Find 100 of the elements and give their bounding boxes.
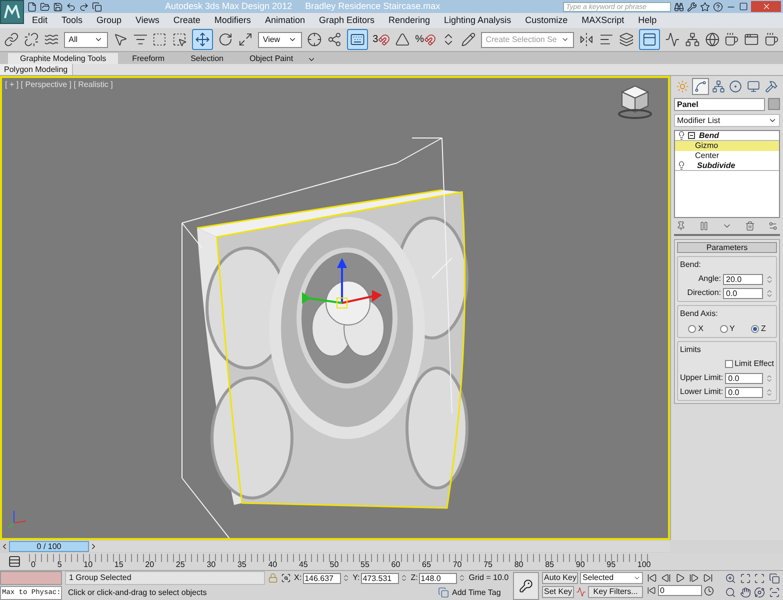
menu-item[interactable]: Lighting Analysis <box>444 14 512 28</box>
ribbon-tab[interactable]: Object Paint <box>238 53 306 64</box>
maximize-viewport-icon[interactable] <box>768 586 780 598</box>
go-to-start-icon[interactable] <box>647 573 657 583</box>
radio-button[interactable] <box>751 325 760 333</box>
rollout-header[interactable]: Parameters <box>677 242 777 253</box>
toolbar-dropdown[interactable]: All <box>64 32 108 48</box>
modifier-sub-object[interactable]: Gizmo <box>675 141 779 151</box>
spinner-icon[interactable] <box>765 388 774 396</box>
radio-button[interactable] <box>688 325 696 333</box>
snap-toggle-button[interactable]: % <box>415 34 436 46</box>
spinner-icon[interactable] <box>458 574 466 582</box>
go-to-end-icon[interactable] <box>703 573 713 583</box>
help-icon[interactable] <box>713 2 723 12</box>
orbit-icon[interactable] <box>754 586 765 598</box>
number-field[interactable]: 0.0 <box>723 288 763 298</box>
toolbar-dropdown[interactable]: View <box>258 32 302 48</box>
undo-icon[interactable] <box>66 2 76 12</box>
field-of-view-icon[interactable] <box>725 586 736 598</box>
menu-item[interactable]: Customize <box>525 14 568 28</box>
save-icon[interactable] <box>53 2 63 12</box>
dropdown-icon[interactable] <box>307 55 316 64</box>
toggle-tool-button[interactable] <box>638 29 660 50</box>
toggle-tool-button[interactable] <box>346 29 368 50</box>
pin-icon[interactable] <box>676 221 686 231</box>
panel-tab[interactable] <box>745 78 762 95</box>
menu-item[interactable]: Create <box>173 14 200 28</box>
menu-item[interactable]: Tools <box>62 14 83 28</box>
pencil-icon[interactable] <box>460 32 476 47</box>
previous-frame-icon[interactable] <box>0 542 9 551</box>
teapot-icon[interactable] <box>764 32 780 47</box>
add-time-tag-label[interactable]: Add Time Tag <box>452 586 501 599</box>
key-mode-dropdown[interactable]: Selected <box>580 572 643 584</box>
mirror-icon[interactable] <box>579 32 594 47</box>
menu-item[interactable]: MAXScript <box>582 14 624 28</box>
nodes-icon[interactable] <box>326 32 342 47</box>
layers-icon[interactable] <box>618 32 634 47</box>
menu-item[interactable]: Views <box>136 14 160 28</box>
folder-icon[interactable] <box>40 2 50 12</box>
unlink-icon[interactable] <box>24 32 39 47</box>
time-slider-track[interactable]: 0 / 100 <box>9 541 670 552</box>
object-color-swatch[interactable] <box>768 98 780 110</box>
modifier-list-dropdown[interactable]: Modifier List <box>674 114 780 127</box>
new-file-icon[interactable] <box>27 2 37 12</box>
rotate-icon[interactable] <box>218 32 233 47</box>
window-icon[interactable] <box>744 32 760 47</box>
spinner-icon[interactable] <box>765 374 774 382</box>
schematic-icon[interactable] <box>684 32 700 47</box>
menu-item[interactable]: Group <box>96 14 122 28</box>
viewcube-icon[interactable] <box>618 85 652 119</box>
angle-icon[interactable] <box>395 32 410 47</box>
time-slider-thumb[interactable]: 0 / 100 <box>9 541 89 552</box>
time-configuration-icon[interactable] <box>704 586 714 596</box>
modifier-stack-item[interactable]: Subdivide <box>675 161 779 171</box>
curve-icon[interactable] <box>664 32 680 47</box>
scale-icon[interactable] <box>238 32 253 47</box>
key-filters-button[interactable]: Key Filters... <box>588 586 643 598</box>
current-frame-field[interactable]: 0 <box>658 585 702 596</box>
object-name-field[interactable]: Panel <box>674 98 765 111</box>
panel-tab[interactable] <box>710 78 727 95</box>
panel-tab[interactable] <box>727 78 744 95</box>
spinner-icon[interactable] <box>765 288 774 298</box>
coordinate-field[interactable]: 148.0 <box>418 572 457 584</box>
menu-item[interactable]: Modifiers <box>214 14 251 28</box>
redo-icon[interactable] <box>79 2 89 12</box>
ribbon-tab[interactable]: Selection <box>178 53 236 64</box>
bin-icon[interactable] <box>745 221 755 231</box>
wrench-icon[interactable] <box>687 2 697 12</box>
play-icon[interactable] <box>675 573 685 583</box>
panel-tab[interactable] <box>692 78 709 95</box>
number-field[interactable]: 0.0 <box>725 386 764 398</box>
pan-icon[interactable] <box>740 586 750 598</box>
timeline-ruler[interactable]: 0 5 10 15 20 25 30 35 40 45 50 55 60 65 70 75 80 85 90 95 100 <box>29 554 653 569</box>
sphere-icon[interactable] <box>704 32 720 47</box>
next-frame-icon[interactable] <box>89 542 98 551</box>
next-frame-icon[interactable] <box>689 573 699 583</box>
ribbon-panel-tab[interactable]: Polygon Modeling <box>0 64 73 75</box>
bars-icon[interactable] <box>699 221 709 231</box>
menu-item[interactable]: Graph Editors <box>318 14 374 28</box>
zoom-all-icon[interactable] <box>740 573 750 584</box>
previous-frame-icon[interactable] <box>661 573 671 583</box>
ribbon-tab[interactable]: Freeform <box>120 53 177 64</box>
carved-panel-drawing[interactable] <box>182 138 468 538</box>
script-listener-swatch[interactable] <box>0 571 62 586</box>
menu-item[interactable]: Edit <box>32 14 48 28</box>
curve-icon[interactable] <box>576 587 586 597</box>
cursor-icon[interactable] <box>112 32 128 47</box>
zoom-extents-icon[interactable] <box>754 573 765 584</box>
checkbox[interactable] <box>724 360 733 368</box>
teapot-icon[interactable] <box>724 32 740 47</box>
maximize-icon[interactable] <box>739 2 748 11</box>
crossing-select-icon[interactable] <box>172 32 188 47</box>
number-field[interactable]: 20.0 <box>723 274 763 284</box>
curve-editor-icon[interactable] <box>8 555 21 568</box>
panel-tab[interactable] <box>762 78 780 95</box>
modifier-sub-object[interactable]: Center <box>675 151 779 161</box>
menu-item[interactable]: Rendering <box>388 14 430 28</box>
spinner-icon[interactable] <box>765 274 774 284</box>
zoom-icon[interactable] <box>725 573 736 584</box>
configure-icon[interactable] <box>768 221 778 231</box>
